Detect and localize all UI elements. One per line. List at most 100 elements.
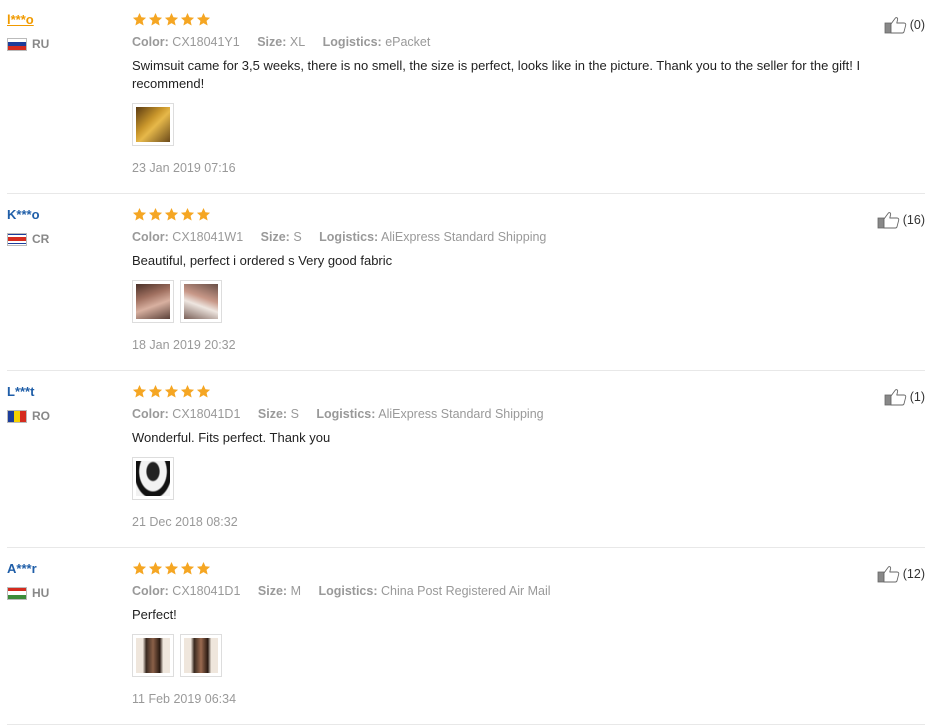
order-attributes: Color: CX18041D1 Size: S Logistics: AliE…	[132, 406, 912, 422]
rating-stars	[132, 12, 912, 28]
review-text: Beautiful, perfect i ordered s Very good…	[132, 253, 393, 268]
size-label: Size:	[257, 35, 287, 49]
order-attributes: Color: CX18041W1 Size: S Logistics: AliE…	[132, 229, 912, 245]
review-date: 18 Jan 2019 20:32	[132, 338, 236, 352]
color-value: CX18041Y1	[172, 35, 240, 49]
reviewer-name[interactable]: L***t	[7, 384, 50, 400]
star-icon	[132, 207, 147, 222]
country-code: CR	[32, 232, 50, 246]
divider	[7, 370, 925, 371]
star-icon	[164, 12, 179, 27]
star-icon	[196, 207, 211, 222]
star-icon	[164, 207, 179, 222]
rating-stars	[132, 561, 912, 577]
reviewer-name[interactable]: K***o	[7, 207, 49, 223]
logistics-label: Logistics:	[319, 230, 379, 244]
helpful-button[interactable]: (12)	[877, 565, 925, 583]
star-icon	[180, 207, 195, 222]
star-icon	[132, 561, 147, 576]
order-attributes: Color: CX18041Y1 Size: XL Logistics: ePa…	[132, 34, 912, 50]
reviewer-info: K***o CR	[7, 207, 49, 246]
review-photos	[132, 280, 912, 323]
flag-icon	[7, 37, 27, 51]
logistics-value: AliExpress Standard Shipping	[378, 407, 544, 421]
review-text: Wonderful. Fits perfect. Thank you	[132, 430, 331, 445]
rating-stars	[132, 207, 912, 223]
star-icon	[196, 384, 211, 399]
review-date: 23 Jan 2019 07:16	[132, 161, 236, 175]
flag-icon	[7, 586, 27, 600]
review-photo-thumbnail[interactable]	[132, 457, 174, 500]
divider	[7, 193, 925, 194]
review-text: Perfect!	[132, 607, 177, 622]
reviewer-info: L***t RO	[7, 384, 50, 423]
color-label: Color:	[132, 584, 169, 598]
review-body: Color: CX18041D1 Size: S Logistics: AliE…	[132, 384, 912, 530]
star-icon	[196, 12, 211, 27]
star-icon	[180, 12, 195, 27]
rating-stars	[132, 384, 912, 400]
divider	[7, 547, 925, 548]
star-icon	[196, 561, 211, 576]
star-icon	[148, 12, 163, 27]
thumbs-up-icon	[877, 211, 901, 229]
size-label: Size:	[257, 584, 288, 598]
logistics-label: Logistics:	[318, 584, 378, 598]
country-code: RO	[32, 409, 50, 423]
star-icon	[132, 384, 147, 399]
star-icon	[180, 561, 195, 576]
color-value: CX18041D1	[172, 407, 241, 421]
size-value: S	[293, 230, 302, 244]
flag-icon	[7, 409, 27, 423]
divider	[7, 724, 925, 725]
size-label: Size:	[260, 230, 290, 244]
order-attributes: Color: CX18041D1 Size: M Logistics: Chin…	[132, 583, 912, 599]
helpful-count: (12)	[902, 567, 925, 581]
reviewer-name[interactable]: l***o	[7, 12, 49, 28]
helpful-button[interactable]: (1)	[884, 388, 925, 406]
logistics-value: AliExpress Standard Shipping	[381, 230, 547, 244]
thumbs-up-icon	[877, 565, 901, 583]
star-icon	[148, 384, 163, 399]
logistics-value: ePacket	[385, 35, 431, 49]
reviewer-country: RU	[7, 37, 49, 51]
review-photo-thumbnail[interactable]	[132, 634, 174, 677]
size-value: S	[290, 407, 299, 421]
helpful-count: (16)	[902, 213, 925, 227]
review-photos	[132, 103, 912, 146]
color-label: Color:	[132, 230, 169, 244]
country-code: RU	[32, 37, 50, 51]
reviewer-country: RO	[7, 409, 50, 423]
color-label: Color:	[132, 35, 169, 49]
star-icon	[164, 384, 179, 399]
review-photo-thumbnail[interactable]	[180, 634, 222, 677]
color-value: CX18041D1	[172, 584, 241, 598]
reviewer-info: l***o RU	[7, 12, 49, 51]
country-code: HU	[32, 586, 50, 600]
helpful-count: (0)	[909, 18, 925, 32]
color-value: CX18041W1	[172, 230, 244, 244]
helpful-button[interactable]: (0)	[884, 16, 925, 34]
helpful-button[interactable]: (16)	[877, 211, 925, 229]
thumbs-up-icon	[884, 16, 908, 34]
review-body: Color: CX18041Y1 Size: XL Logistics: ePa…	[132, 12, 912, 176]
size-value: M	[290, 584, 301, 598]
reviewer-country: HU	[7, 586, 49, 600]
star-icon	[180, 384, 195, 399]
star-icon	[164, 561, 179, 576]
reviewer-country: CR	[7, 232, 49, 246]
flag-icon	[7, 232, 27, 246]
review-photo-thumbnail[interactable]	[132, 280, 174, 323]
star-icon	[132, 12, 147, 27]
review-photo-thumbnail[interactable]	[132, 103, 174, 146]
review-text: Swimsuit came for 3,5 weeks, there is no…	[132, 58, 861, 91]
review-date: 11 Feb 2019 06:34	[132, 692, 237, 706]
review-body: Color: CX18041W1 Size: S Logistics: AliE…	[132, 207, 912, 353]
reviews-list: l***o RU Color: CX18041Y1 Size: XL Logis…	[0, 0, 952, 726]
logistics-label: Logistics:	[322, 35, 382, 49]
reviewer-name[interactable]: A***r	[7, 561, 49, 577]
review-date: 21 Dec 2018 08:32	[132, 515, 238, 529]
thumbs-up-icon	[884, 388, 908, 406]
logistics-label: Logistics:	[316, 407, 376, 421]
review-photo-thumbnail[interactable]	[180, 280, 222, 323]
